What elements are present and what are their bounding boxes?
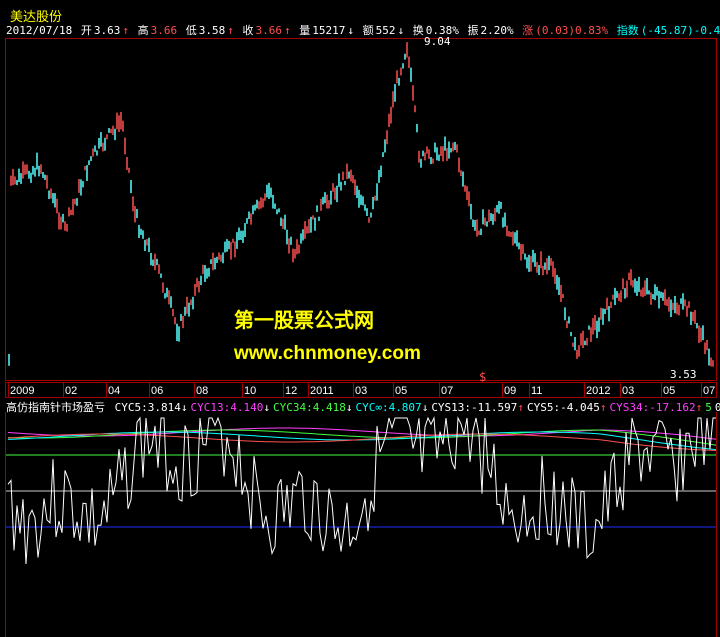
date-axis-divider [701,383,702,397]
watermark-title: 第一股票公式网 [234,308,374,332]
date-axis-tick: 12 [285,385,298,397]
date-axis-tick: 2012 [586,385,611,397]
date-axis: 2009 02 04 06 08 10 12 2011 03 05 07 09 11 2012 03 05 07 [5,382,717,398]
date-axis-divider [63,383,64,397]
date-axis-divider [393,383,394,397]
date-axis-divider [283,383,284,397]
date-axis-tick: 08 [196,385,209,397]
date-axis-tick: 03 [355,385,368,397]
date-axis-divider [620,383,621,397]
date-axis-divider [353,383,354,397]
date-axis-tick: 09 [504,385,517,397]
date-axis-tick: 2011 [310,385,334,397]
date-axis-divider [8,383,9,397]
date-axis-tick: 07 [441,385,454,397]
date-axis-divider [584,383,585,397]
date-axis-divider [194,383,195,397]
date-axis-divider [529,383,530,397]
watermark-url: www.chnmoney.com [234,343,421,364]
date-axis-tick: 10 [244,385,257,397]
date-axis-tick: 04 [108,385,121,397]
date-axis-tick: 05 [663,385,676,397]
date-axis-tick: 03 [622,385,635,397]
date-axis-divider [242,383,243,397]
date-axis-divider [106,383,107,397]
date-axis-tick: 2009 [10,385,35,397]
date-axis-tick: 02 [65,385,78,397]
date-axis-divider [502,383,503,397]
indicator-panel[interactable] [5,412,717,637]
price-min-label: 3.53 [670,368,697,381]
date-axis-tick: 05 [395,385,408,397]
date-axis-divider [661,383,662,397]
date-axis-divider [439,383,440,397]
date-axis-tick: 07 [703,385,716,397]
date-axis-tick: 06 [151,385,164,397]
price-max-label: 9.04 [424,35,451,48]
date-axis-divider [149,383,150,397]
date-axis-divider [308,383,309,397]
date-axis-tick: 11 [531,385,543,397]
